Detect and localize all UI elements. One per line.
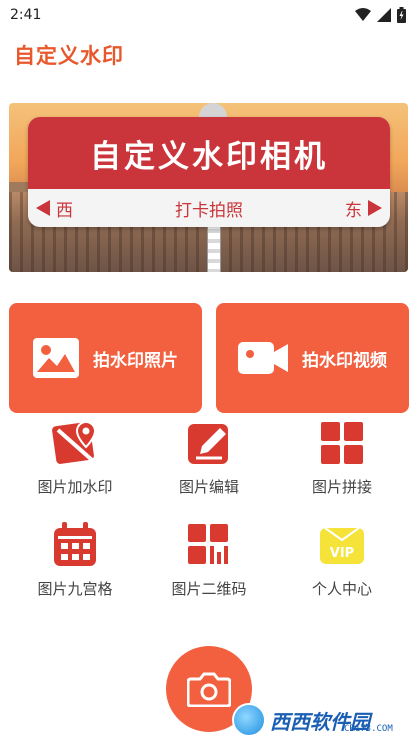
- sign-header: 自定义水印相机: [28, 117, 390, 189]
- sign-center-label: 打卡拍照: [175, 200, 243, 221]
- watermark-logo-icon: [232, 703, 266, 737]
- grid-item-qrcode[interactable]: 图片二维码: [144, 522, 274, 612]
- watermark-site: CR173.COM: [344, 724, 393, 734]
- grid-icon: [321, 422, 363, 464]
- svg-text:VIP: VIP: [330, 546, 354, 561]
- status-bar: 2:41: [0, 0, 418, 30]
- sign-left-label: 西: [56, 200, 73, 221]
- grid-label: 个人中心: [311, 580, 372, 598]
- grid-label: 图片编辑: [178, 478, 239, 496]
- grid-item-add-watermark[interactable]: 图片加水印: [10, 420, 140, 510]
- battery-icon: [397, 7, 406, 23]
- arrow-right-icon: [368, 200, 382, 216]
- image-icon: [33, 338, 79, 378]
- signal-icon: [377, 8, 391, 22]
- grid-label: 图片拼接: [311, 478, 372, 496]
- grid-item-stitch-image[interactable]: 图片拼接: [277, 420, 407, 510]
- sign-directions: 西 打卡拍照 东: [28, 189, 390, 227]
- grid-item-nine-grid[interactable]: 图片九宫格: [10, 522, 140, 612]
- grid-label: 图片二维码: [171, 580, 247, 598]
- map-tag-icon: [52, 420, 97, 464]
- take-watermark-photo-label: 拍水印照片: [93, 350, 178, 371]
- sign-left: 西: [36, 196, 73, 221]
- arrow-left-icon: [36, 200, 50, 216]
- camera-icon: [187, 672, 231, 707]
- edit-icon: [188, 424, 228, 464]
- road-sign: 自定义水印相机 西 打卡拍照 东: [28, 117, 390, 227]
- sign-pole-cap: [199, 103, 227, 117]
- grid-label: 图片九宫格: [37, 580, 113, 598]
- sign-right: 东: [345, 196, 382, 221]
- qrcode-icon: [188, 524, 228, 564]
- grid-item-profile[interactable]: VIP 个人中心: [277, 522, 407, 612]
- sign-title: 自定义水印相机: [90, 138, 328, 175]
- grid-label: 图片加水印: [37, 478, 113, 496]
- vip-icon: VIP: [320, 527, 364, 564]
- take-watermark-video-button[interactable]: 拍水印视频: [216, 303, 409, 413]
- page-title: 自定义水印: [14, 44, 124, 68]
- calendar-grid-icon: [54, 522, 96, 566]
- sign-right-label: 东: [345, 200, 362, 221]
- status-time: 2:41: [10, 7, 42, 23]
- status-icons: [355, 7, 406, 23]
- banner[interactable]: 自定义水印相机 西 打卡拍照 东: [9, 103, 408, 272]
- sign-pole: [207, 223, 221, 272]
- take-watermark-video-label: 拍水印视频: [302, 350, 387, 371]
- take-watermark-photo-button[interactable]: 拍水印照片: [9, 303, 202, 413]
- grid-item-edit-image[interactable]: 图片编辑: [144, 420, 274, 510]
- site-watermark: 西西软件园 CR173.COM: [232, 700, 408, 740]
- wifi-icon: [355, 8, 371, 21]
- video-camera-icon: [238, 342, 288, 374]
